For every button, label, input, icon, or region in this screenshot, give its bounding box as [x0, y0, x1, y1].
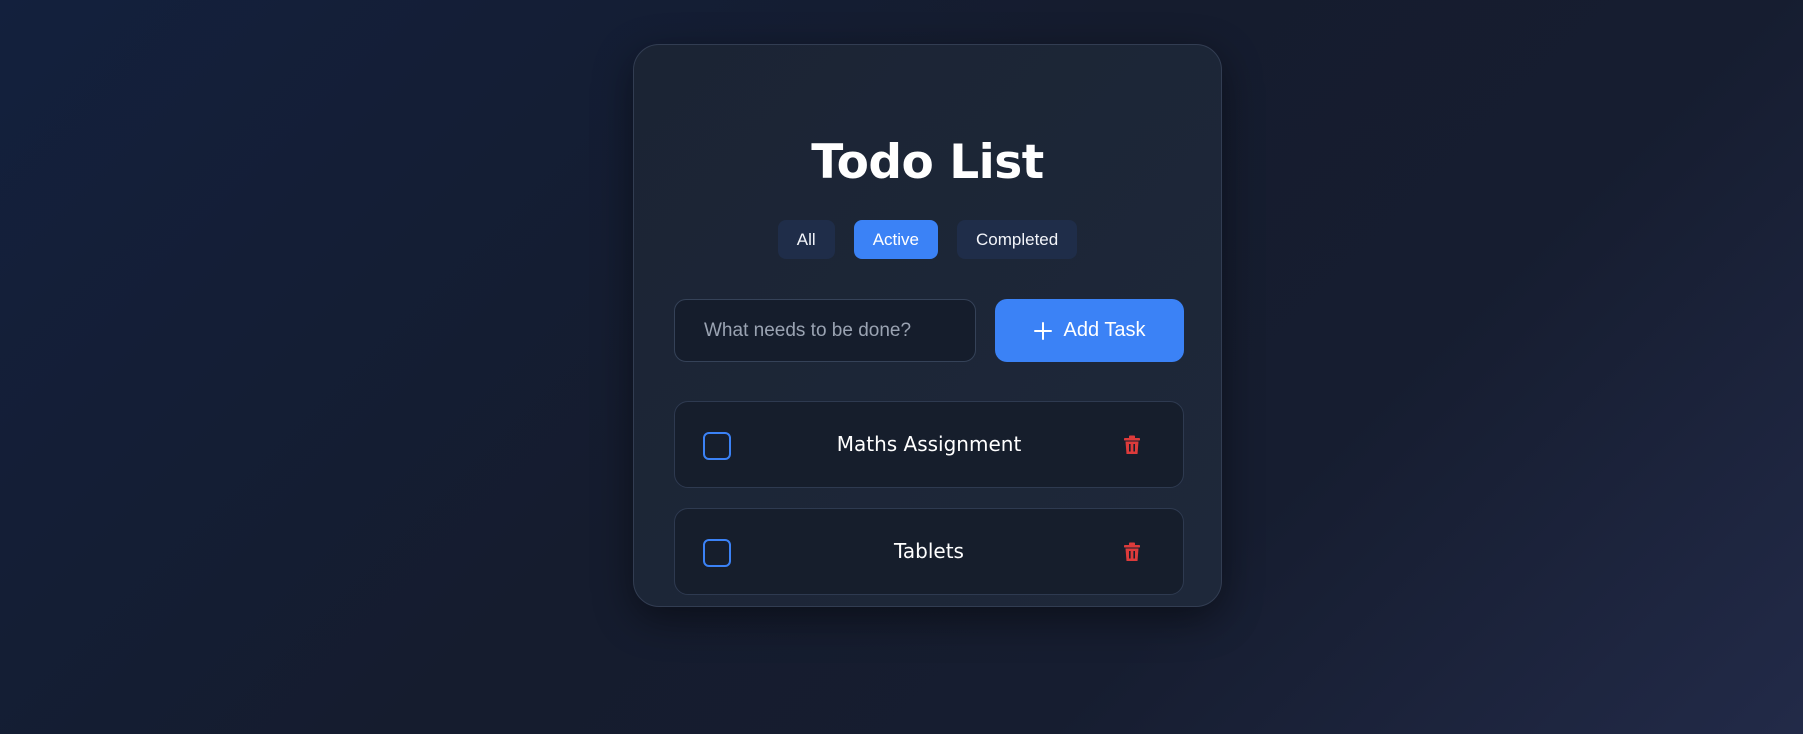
- page-title: Todo List: [811, 135, 1044, 190]
- add-task-label: Add Task: [1063, 319, 1146, 341]
- task-label: Maths Assignment: [836, 432, 1022, 456]
- task-item: Tablets: [674, 508, 1184, 595]
- add-task-button[interactable]: Add Task: [995, 299, 1184, 362]
- task-label: Tablets: [894, 539, 964, 563]
- todo-card: Todo List All Active Completed Add Task …: [633, 44, 1222, 607]
- task-checkbox[interactable]: [703, 432, 731, 460]
- filter-bar: All Active Completed: [634, 220, 1221, 259]
- trash-icon[interactable]: [1123, 542, 1141, 562]
- trash-icon[interactable]: [1123, 435, 1141, 455]
- task-list: Maths Assignment Tablets: [674, 401, 1184, 615]
- new-task-input[interactable]: [674, 299, 976, 362]
- filter-active-button[interactable]: Active: [853, 220, 938, 259]
- filter-all-button[interactable]: All: [777, 220, 835, 259]
- task-checkbox[interactable]: [703, 539, 731, 567]
- filter-completed-button[interactable]: Completed: [956, 220, 1078, 259]
- task-item: Maths Assignment: [674, 401, 1184, 488]
- plus-icon: [1033, 321, 1052, 340]
